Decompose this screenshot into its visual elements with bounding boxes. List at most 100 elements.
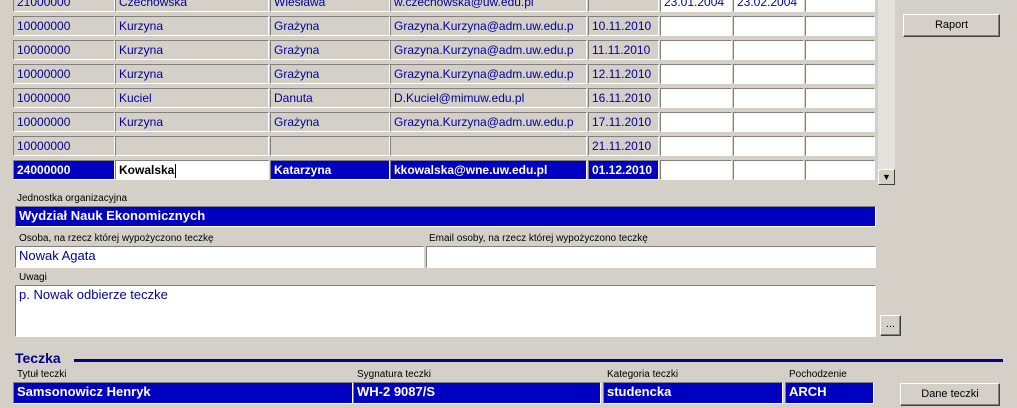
cell-id[interactable]: 10000000 [13, 40, 115, 60]
cell-name[interactable] [270, 136, 390, 156]
cell-date-to[interactable] [733, 160, 804, 180]
osoba-label: Osoba, na rzecz której wypożyczono teczk… [19, 233, 214, 244]
jednostka-field[interactable]: Wydział Nauk Ekonomicznych [15, 206, 876, 227]
tytul-label: Tytuł teczki [17, 369, 67, 380]
cell-date-to[interactable]: 23.02.2004 [733, 0, 804, 12]
cell-date[interactable]: 12.11.2010 [588, 64, 659, 84]
cell-name[interactable]: Wiesława [270, 0, 390, 12]
cell-date-to[interactable] [733, 88, 804, 108]
cell-date-from[interactable] [660, 40, 732, 60]
osoba-field[interactable]: Nowak Agata [15, 246, 424, 268]
tytul-field[interactable]: Samsonowicz Henryk [13, 382, 353, 404]
cell-extra[interactable] [805, 40, 875, 60]
scroll-down-button[interactable]: ▼ [878, 169, 895, 185]
raport-button[interactable]: Raport [903, 14, 1000, 37]
cell-surname-text: Kurzyna [119, 67, 164, 81]
cell-id-text: 21000000 [17, 0, 71, 9]
email-osoby-label: Email osoby, na rzecz której wypożyczono… [429, 233, 648, 244]
cell-id[interactable]: 24000000 [13, 160, 115, 180]
kategoria-field[interactable]: studencka [603, 382, 783, 404]
table-row[interactable]: 10000000 Kurzyna Grażyna Grazyna.Kurzyna@ad… [13, 64, 875, 86]
cell-email[interactable]: Grazyna.Kurzyna@adm.uw.edu.p [390, 40, 587, 60]
cell-email-text: Grazyna.Kurzyna@adm.uw.edu.p [394, 43, 574, 57]
cell-date-to[interactable] [733, 64, 804, 84]
cell-date-from[interactable] [660, 160, 732, 180]
sygnatura-field[interactable]: WH-2 9087/S [353, 382, 601, 404]
cell-date[interactable]: 10.11.2010 [588, 16, 659, 36]
cell-name[interactable]: Grażyna [270, 40, 390, 60]
cell-surname[interactable]: Kurzyna [115, 40, 269, 60]
cell-date-from[interactable]: 23.01.2004 [660, 0, 732, 12]
cell-date-to-text: 23.02.2004 [737, 0, 798, 9]
cell-date-to[interactable] [733, 112, 804, 132]
table-row[interactable]: 10000000 Kurzyna Grażyna Grazyna.Kurzyna@ad… [13, 112, 875, 134]
cell-id[interactable]: 10000000 [13, 112, 115, 132]
cell-extra[interactable] [805, 16, 875, 36]
uwagi-textarea[interactable]: p. Nowak odbierze teczke [15, 285, 876, 337]
cell-email[interactable] [390, 136, 587, 156]
cell-extra[interactable] [805, 88, 875, 108]
table-scrollbar[interactable]: ▼ [878, 0, 895, 185]
cell-date-to[interactable] [733, 16, 804, 36]
cell-date-to[interactable] [733, 40, 804, 60]
cell-id[interactable]: 10000000 [13, 88, 115, 108]
cell-extra[interactable] [805, 136, 875, 156]
dane-teczki-button[interactable]: Dane teczki [900, 383, 1000, 406]
table-row[interactable]: 21000000 Czechowska Wiesława w.czechowska@u… [13, 0, 875, 14]
table-row[interactable]: 10000000 Kurzyna Grażyna Grazyna.Kurzyna@ad… [13, 40, 875, 62]
cell-surname[interactable]: Kowalska [115, 160, 269, 180]
table-row[interactable]: 24000000 Kowalska Katarzyna kkowalska@wne.u… [13, 160, 875, 182]
cell-name[interactable]: Danuta [270, 88, 390, 108]
cell-surname[interactable]: Czechowska [115, 0, 269, 12]
cell-email[interactable]: kkowalska@wne.uw.edu.pl [390, 160, 587, 180]
cell-extra[interactable] [805, 64, 875, 84]
pochodzenie-field[interactable]: ARCH [785, 382, 874, 404]
cell-surname[interactable]: Kurzyna [115, 64, 269, 84]
cell-id-text: 10000000 [17, 91, 71, 105]
table-row[interactable]: 10000000 Kurzyna Grażyna Grazyna.Kurzyna@ad… [13, 16, 875, 38]
cell-id[interactable]: 21000000 [13, 0, 115, 12]
cell-email[interactable]: D.Kuciel@mimuw.edu.pl [390, 88, 587, 108]
cell-date[interactable]: 16.11.2010 [588, 88, 659, 108]
cell-date[interactable]: 21.11.2010 [588, 136, 659, 156]
cell-extra[interactable] [805, 0, 875, 12]
cell-date[interactable]: 17.11.2010 [588, 112, 659, 132]
cell-id[interactable]: 10000000 [13, 136, 115, 156]
cell-date-from[interactable] [660, 88, 732, 108]
cell-surname[interactable]: Kuciel [115, 88, 269, 108]
cell-name[interactable]: Grażyna [270, 112, 390, 132]
cell-surname-text: Kowalska [119, 163, 175, 177]
cell-name[interactable]: Grażyna [270, 16, 390, 36]
table-row[interactable]: 10000000 21.11.2010 [13, 136, 875, 158]
cell-date[interactable]: 01.12.2010 [588, 160, 659, 180]
cell-date[interactable] [588, 0, 659, 12]
cell-date-from[interactable] [660, 64, 732, 84]
cell-email[interactable]: Grazyna.Kurzyna@adm.uw.edu.p [390, 64, 587, 84]
cell-extra[interactable] [805, 112, 875, 132]
cell-date-text: 11.11.2010 [592, 43, 651, 57]
cell-email[interactable]: Grazyna.Kurzyna@adm.uw.edu.p [390, 112, 587, 132]
cell-name-text: Grażyna [274, 43, 320, 57]
cell-name[interactable]: Katarzyna [270, 160, 390, 180]
cell-email-text: Grazyna.Kurzyna@adm.uw.edu.p [394, 115, 574, 129]
cell-name[interactable]: Grażyna [270, 64, 390, 84]
cell-surname[interactable]: Kurzyna [115, 112, 269, 132]
cell-date-from[interactable] [660, 136, 732, 156]
cell-email[interactable]: w.czechowska@uw.edu.pl [390, 0, 587, 12]
cell-date-to[interactable] [733, 136, 804, 156]
cell-date[interactable]: 11.11.2010 [588, 40, 659, 60]
cell-surname[interactable]: Kurzyna [115, 16, 269, 36]
table-row[interactable]: 10000000 Kuciel Danuta D.Kuciel@mimuw.edu.p… [13, 88, 875, 110]
cell-id[interactable]: 10000000 [13, 16, 115, 36]
cell-date-text: 10.11.2010 [592, 19, 652, 33]
cell-id-text: 24000000 [17, 163, 71, 177]
cell-date-from[interactable] [660, 112, 732, 132]
cell-name-text: Grażyna [274, 67, 320, 81]
cell-surname[interactable] [115, 136, 269, 156]
cell-id[interactable]: 10000000 [13, 64, 115, 84]
cell-date-from[interactable] [660, 16, 732, 36]
email-osoby-field[interactable] [426, 246, 876, 268]
cell-email[interactable]: Grazyna.Kurzyna@adm.uw.edu.p [390, 16, 587, 36]
uwagi-more-button[interactable]: ... [880, 315, 901, 336]
cell-extra[interactable] [805, 160, 875, 180]
